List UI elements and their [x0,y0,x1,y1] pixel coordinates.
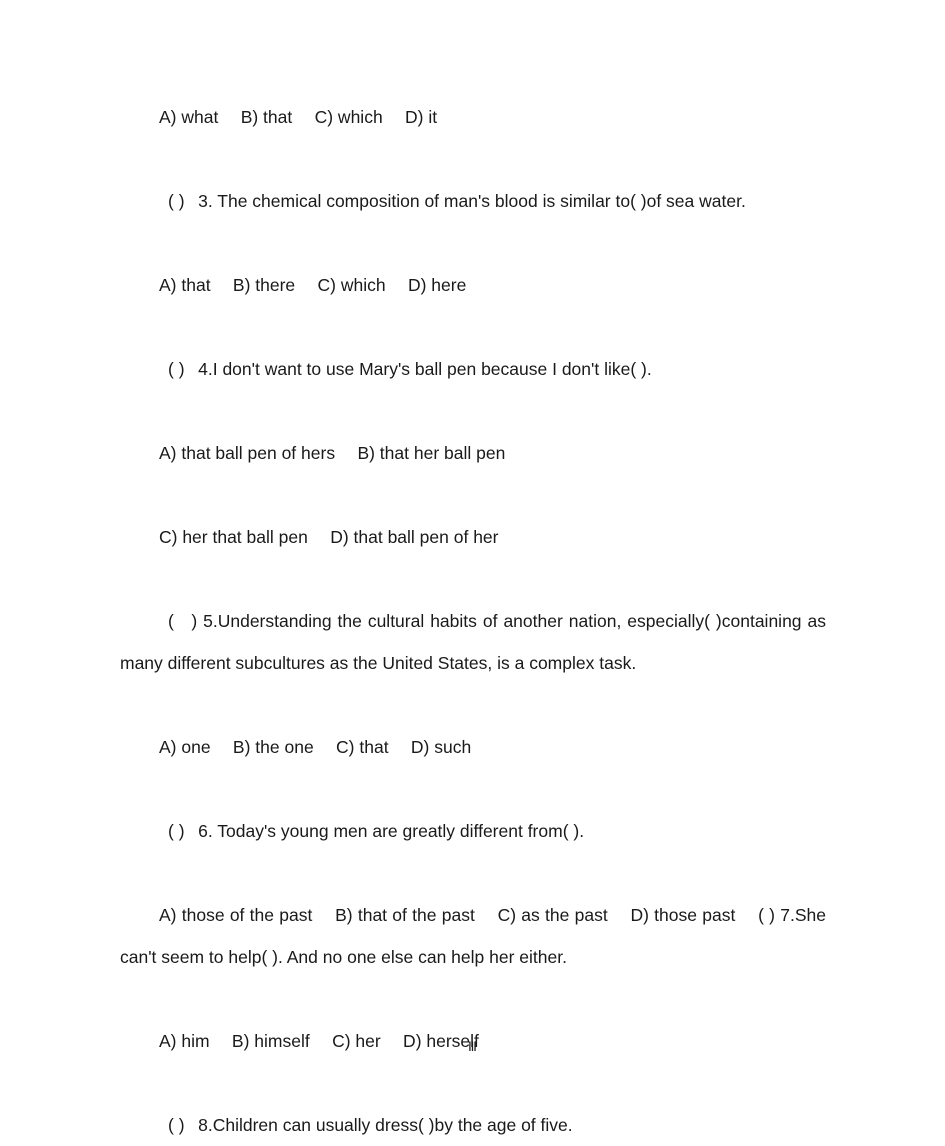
question-stem-8: ( ) 8.Children can usually dress( )by th… [168,1115,573,1135]
options-row-q3: A) that B) there C) which D) here [159,275,467,295]
document-page: A) what B) that C) which D) it ( ) 3. Th… [0,0,945,1135]
options-row-q4-ab: A) that ball pen of hers B) that her bal… [159,443,506,463]
options-row-q5: A) one B) the one C) that D) such [159,737,472,757]
question-stem-5: ( ) 5.Understanding the cultural habits … [120,611,831,673]
question-stem-6: ( ) 6. Today's young men are greatly dif… [168,821,585,841]
document-body: A) what B) that C) which D) it ( ) 3. Th… [120,96,826,1146]
options-row-q4-cd: C) her that ball pen D) that ball pen of… [159,527,499,547]
options-row-q6-and-question-stem-7: A) those of the past B) that of the past… [120,905,831,967]
question-stem-3: ( ) 3. The chemical composition of man's… [168,191,746,211]
question-stem-4: ( ) 4.I don't want to use Mary's ball pe… [168,359,652,379]
options-row-q2: A) what B) that C) which D) it [159,107,438,127]
page-number-footer: Ⅲ [468,1039,477,1054]
